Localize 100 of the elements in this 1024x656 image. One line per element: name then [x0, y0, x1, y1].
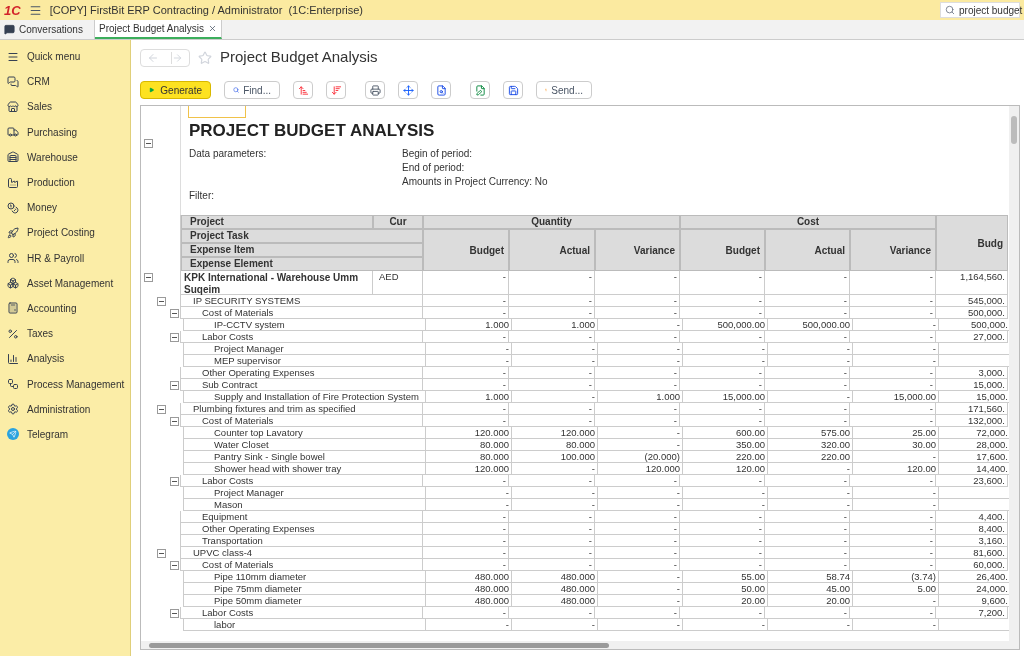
close-icon[interactable] — [208, 24, 218, 33]
collapse-toggle-icon[interactable] — [170, 477, 179, 486]
table-cell: - — [595, 523, 680, 535]
table-cell: 80.000 — [426, 439, 512, 451]
search-icon — [945, 5, 955, 15]
table-cell: - — [680, 415, 765, 427]
sidebar-item[interactable]: Purchasing — [0, 119, 130, 145]
table-cell: - — [765, 295, 850, 307]
table-cell: - — [595, 475, 680, 487]
table-cell: 45.00 — [768, 583, 853, 595]
table-cell: - — [509, 535, 595, 547]
toolbar-button[interactable]: Find... — [224, 81, 280, 99]
vertical-scrollbar[interactable] — [1009, 106, 1019, 641]
people-icon — [7, 252, 19, 265]
table-cell: - — [765, 403, 850, 415]
search-field[interactable]: project budget — [940, 2, 1020, 18]
row-label: Equipment — [201, 511, 248, 522]
table-cell: 25.00 — [853, 427, 939, 439]
collapse-toggle-icon[interactable] — [157, 549, 166, 558]
sidebar-item[interactable]: Warehouse — [0, 144, 130, 170]
sidebar-item[interactable]: Analysis — [0, 346, 130, 372]
table-cell: - — [850, 415, 936, 427]
table-cell: (3.74) — [853, 571, 939, 583]
table-cell: - — [512, 487, 598, 499]
sidebar-item[interactable]: Money — [0, 195, 130, 221]
toolbar-icon-button[interactable] — [326, 81, 346, 99]
table-cell: 120.000 — [426, 463, 512, 475]
table-cell: - — [595, 331, 680, 343]
row-label: Pipe 110mm diameter — [213, 571, 307, 582]
tab[interactable]: Project Budget Analysis — [95, 20, 223, 39]
collapse-toggle-icon[interactable] — [157, 405, 166, 414]
table-cell: 15,000.00 — [853, 391, 939, 403]
toolbar-button[interactable]: Send... — [536, 81, 592, 99]
selected-cell[interactable] — [188, 106, 246, 118]
report-title: PROJECT BUDGET ANALYSIS — [189, 120, 436, 142]
chat-icon — [4, 24, 15, 35]
sidebar-item[interactable]: Telegram — [0, 421, 130, 447]
row-label: Labor Costs — [201, 607, 254, 618]
collapse-toggle-icon[interactable] — [170, 333, 179, 342]
generate-button[interactable]: Generate — [140, 81, 211, 99]
table-cell: - — [595, 307, 680, 319]
menu-icon[interactable] — [28, 3, 42, 17]
table-cell: 120.000 — [426, 427, 512, 439]
row-label: Mason — [213, 499, 243, 510]
toolbar-icon-button[interactable] — [293, 81, 313, 99]
sidebar-item[interactable]: HR & Payroll — [0, 245, 130, 271]
toolbar-icon-button[interactable] — [365, 81, 385, 99]
table-cell: - — [680, 475, 765, 487]
table-cell: 320.00 — [768, 439, 853, 451]
collapse-toggle-icon[interactable] — [144, 139, 153, 148]
table-cell: - — [598, 487, 683, 499]
percent-icon — [7, 327, 19, 340]
table-cell: - — [595, 547, 680, 559]
sidebar-item[interactable]: Process Management — [0, 371, 130, 397]
table-cell: - — [683, 343, 768, 355]
table-cell: - — [765, 415, 850, 427]
collapse-toggle-icon[interactable] — [157, 297, 166, 306]
collapse-toggle-icon[interactable] — [170, 381, 179, 390]
sidebar-item[interactable]: Quick menu — [0, 44, 130, 70]
horizontal-scrollbar[interactable] — [141, 641, 1019, 649]
table-cell: - — [426, 343, 512, 355]
table-cell: - — [426, 499, 512, 511]
move-arrows-icon — [402, 84, 414, 96]
factory-icon — [7, 176, 19, 189]
table-cell: - — [850, 475, 936, 487]
sidebar-item[interactable]: Taxes — [0, 321, 130, 347]
collapse-toggle-icon[interactable] — [170, 309, 179, 318]
table-cell: - — [509, 415, 595, 427]
table-cell: 480.000 — [426, 571, 512, 583]
sidebar-item[interactable]: Project Costing — [0, 220, 130, 246]
sidebar-item[interactable]: Sales — [0, 94, 130, 120]
collapse-toggle-icon[interactable] — [170, 417, 179, 426]
table-cell: - — [423, 379, 509, 391]
toolbar-icon-button[interactable] — [470, 81, 490, 99]
table-cell: - — [765, 511, 850, 523]
rocket-icon — [7, 226, 19, 239]
sidebar-item[interactable]: CRM — [0, 69, 130, 95]
row-label: Shower head with shower tray — [213, 463, 342, 474]
collapse-toggle-icon[interactable] — [144, 273, 153, 282]
collapse-toggle-icon[interactable] — [170, 609, 179, 618]
collapse-toggle-icon[interactable] — [170, 561, 179, 570]
sidebar-item[interactable]: Accounting — [0, 295, 130, 322]
table-cell: 480.000 — [512, 595, 598, 607]
table-cell: - — [509, 607, 595, 619]
toolbar-icon-button[interactable] — [431, 81, 451, 99]
column-group-header: Quantity — [423, 215, 680, 229]
favorite-star-icon[interactable] — [198, 50, 212, 65]
sidebar-item[interactable]: Asset Management — [0, 270, 130, 296]
sidebar-item[interactable]: Administration — [0, 396, 130, 422]
column-header: Budget — [423, 229, 509, 271]
sidebar-item[interactable]: Production — [0, 169, 130, 196]
row-label: Water Closet — [213, 439, 269, 450]
calculator-icon — [7, 302, 19, 315]
table-cell: - — [512, 499, 598, 511]
table-cell: - — [598, 319, 683, 331]
toolbar-icon-button[interactable] — [503, 81, 523, 99]
table-cell: 15,000.00 — [683, 391, 768, 403]
sort-descending-icon — [330, 84, 342, 96]
row-label: Transportation — [201, 535, 263, 546]
toolbar-icon-button[interactable] — [398, 81, 418, 99]
